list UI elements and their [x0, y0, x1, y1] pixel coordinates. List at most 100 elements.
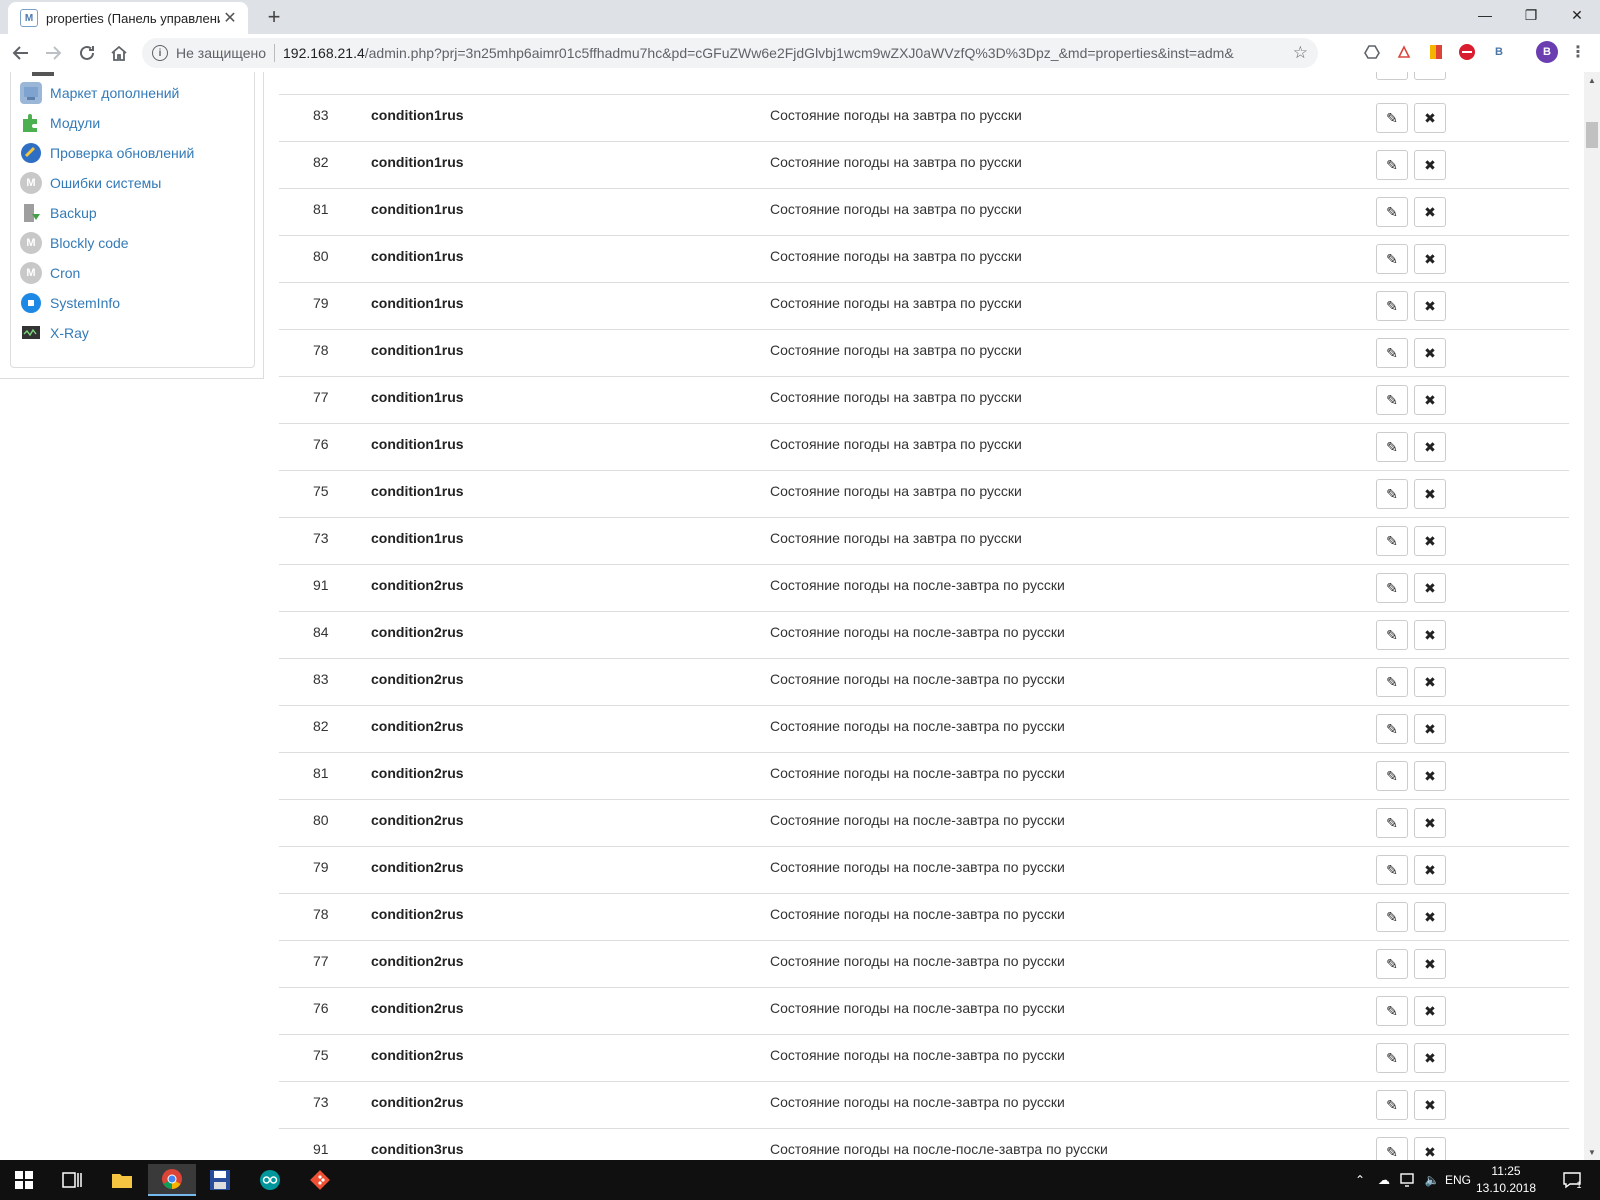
home-button[interactable]: [104, 38, 134, 68]
new-tab-button[interactable]: +: [260, 4, 288, 30]
bookmark-icon[interactable]: [1426, 42, 1446, 62]
delete-button[interactable]: ✖: [1414, 902, 1446, 932]
edit-button[interactable]: ✎: [1376, 72, 1408, 80]
delete-button[interactable]: ✖: [1414, 432, 1446, 462]
edit-button[interactable]: ✎: [1376, 855, 1408, 885]
maximize-button[interactable]: ❐: [1508, 0, 1554, 30]
windows-start-icon[interactable]: [0, 1164, 48, 1196]
browser-tab[interactable]: M properties (Панель управления) ✕: [8, 2, 248, 34]
reload-button[interactable]: [72, 38, 102, 68]
tab-close-icon[interactable]: ✕: [220, 8, 240, 28]
edit-button[interactable]: ✎: [1376, 667, 1408, 697]
sidebar-item-backup[interactable]: Backup: [20, 202, 97, 224]
scroll-up-icon[interactable]: ▲: [1584, 72, 1600, 88]
scroll-thumb[interactable]: [1586, 122, 1598, 148]
page-scrollbar[interactable]: ▲ ▼: [1584, 72, 1600, 1160]
site-info-icon[interactable]: i: [152, 45, 168, 61]
bookmark-star-icon[interactable]: ☆: [1293, 43, 1308, 63]
edit-button[interactable]: ✎: [1376, 291, 1408, 321]
delete-button[interactable]: ✖: [1414, 714, 1446, 744]
volume-icon[interactable]: 🔈: [1422, 1160, 1442, 1200]
forward-button[interactable]: [38, 38, 68, 68]
drive-icon[interactable]: [1362, 42, 1382, 62]
save-app-icon[interactable]: [196, 1164, 244, 1196]
address-bar[interactable]: i Не защищено 192.168.21.4 /admin.php?pr…: [142, 38, 1318, 68]
delete-button[interactable]: ✖: [1414, 1090, 1446, 1120]
git-icon[interactable]: [296, 1164, 344, 1196]
delete-button[interactable]: ✖: [1414, 479, 1446, 509]
minimize-button[interactable]: —: [1462, 0, 1508, 30]
arduino-icon[interactable]: [246, 1164, 294, 1196]
delete-button[interactable]: ✖: [1414, 1043, 1446, 1073]
sidebar-item-xray[interactable]: X-Ray: [20, 322, 89, 344]
edit-button[interactable]: ✎: [1376, 150, 1408, 180]
taskbar-clock[interactable]: 11:25 13.10.2018: [1470, 1163, 1542, 1197]
delete-button[interactable]: ✖: [1414, 385, 1446, 415]
sidebar-item-blockly[interactable]: M Blockly code: [20, 232, 129, 254]
sidebar-item-systeminfo[interactable]: SystemInfo: [20, 292, 120, 314]
delete-button[interactable]: ✖: [1414, 667, 1446, 697]
tray-expand-icon[interactable]: ⌃: [1350, 1160, 1370, 1200]
edit-button[interactable]: ✎: [1376, 949, 1408, 979]
file-explorer-icon[interactable]: [98, 1164, 146, 1196]
chrome-icon[interactable]: [148, 1164, 196, 1196]
delete-button[interactable]: ✖: [1414, 526, 1446, 556]
delete-button[interactable]: ✖: [1414, 949, 1446, 979]
scroll-down-icon[interactable]: ▼: [1584, 1144, 1600, 1160]
sidebar-item-errors[interactable]: M Ошибки системы: [20, 172, 161, 194]
edit-button[interactable]: ✎: [1376, 244, 1408, 274]
edit-button[interactable]: ✎: [1376, 620, 1408, 650]
edit-button[interactable]: ✎: [1376, 103, 1408, 133]
sidebar-item-label: Cron: [50, 265, 81, 281]
delete-button[interactable]: ✖: [1414, 150, 1446, 180]
vk-icon[interactable]: В: [1489, 42, 1509, 62]
edit-button[interactable]: ✎: [1376, 432, 1408, 462]
delete-button[interactable]: ✖: [1414, 72, 1446, 80]
language-indicator[interactable]: ENG: [1444, 1160, 1472, 1200]
edit-button[interactable]: ✎: [1376, 1043, 1408, 1073]
window-close-button[interactable]: ✕: [1554, 0, 1600, 30]
sidebar-item-modules[interactable]: Модули: [20, 112, 100, 134]
task-view-icon[interactable]: [48, 1164, 96, 1196]
onedrive-icon[interactable]: ☁: [1374, 1160, 1394, 1200]
edit-button[interactable]: ✎: [1376, 1137, 1408, 1160]
delete-button[interactable]: ✖: [1414, 1137, 1446, 1160]
back-button[interactable]: [6, 38, 36, 68]
delete-button[interactable]: ✖: [1414, 855, 1446, 885]
table-row: 91 condition3rus Состояние погоды на после…: [279, 1128, 1569, 1160]
edit-button[interactable]: ✎: [1376, 808, 1408, 838]
delete-button[interactable]: ✖: [1414, 808, 1446, 838]
delete-button[interactable]: ✖: [1414, 620, 1446, 650]
pdf-icon[interactable]: [1394, 42, 1414, 62]
edit-button[interactable]: ✎: [1376, 526, 1408, 556]
edit-button[interactable]: ✎: [1376, 902, 1408, 932]
edit-button[interactable]: ✎: [1376, 385, 1408, 415]
edit-button[interactable]: ✎: [1376, 996, 1408, 1026]
edit-button[interactable]: ✎: [1376, 573, 1408, 603]
edit-button[interactable]: ✎: [1376, 338, 1408, 368]
delete-button[interactable]: ✖: [1414, 291, 1446, 321]
sidebar-item-cron[interactable]: M Cron: [20, 262, 80, 284]
browser-menu-icon[interactable]: ⋮: [1568, 42, 1588, 62]
sidebar-item-market[interactable]: Маркет дополнений: [20, 82, 179, 104]
delete-button[interactable]: ✖: [1414, 197, 1446, 227]
edit-button[interactable]: ✎: [1376, 479, 1408, 509]
stop-icon[interactable]: [1457, 42, 1477, 62]
property-description: Состояние погоды на после-завтра по русс…: [770, 671, 1065, 687]
sidebar-item-updates[interactable]: Проверка обновлений: [20, 142, 194, 164]
edit-button[interactable]: ✎: [1376, 761, 1408, 791]
network-icon[interactable]: [1398, 1160, 1418, 1200]
property-description: Состояние погоды на завтра по русски: [770, 201, 1022, 217]
property-description: Состояние погоды на после-завтра по русс…: [770, 953, 1065, 969]
delete-button[interactable]: ✖: [1414, 996, 1446, 1026]
notifications-icon[interactable]: 1: [1556, 1160, 1588, 1200]
edit-button[interactable]: ✎: [1376, 714, 1408, 744]
edit-button[interactable]: ✎: [1376, 197, 1408, 227]
delete-button[interactable]: ✖: [1414, 573, 1446, 603]
profile-avatar[interactable]: В: [1536, 41, 1558, 63]
edit-button[interactable]: ✎: [1376, 1090, 1408, 1120]
delete-button[interactable]: ✖: [1414, 338, 1446, 368]
delete-button[interactable]: ✖: [1414, 244, 1446, 274]
delete-button[interactable]: ✖: [1414, 103, 1446, 133]
delete-button[interactable]: ✖: [1414, 761, 1446, 791]
